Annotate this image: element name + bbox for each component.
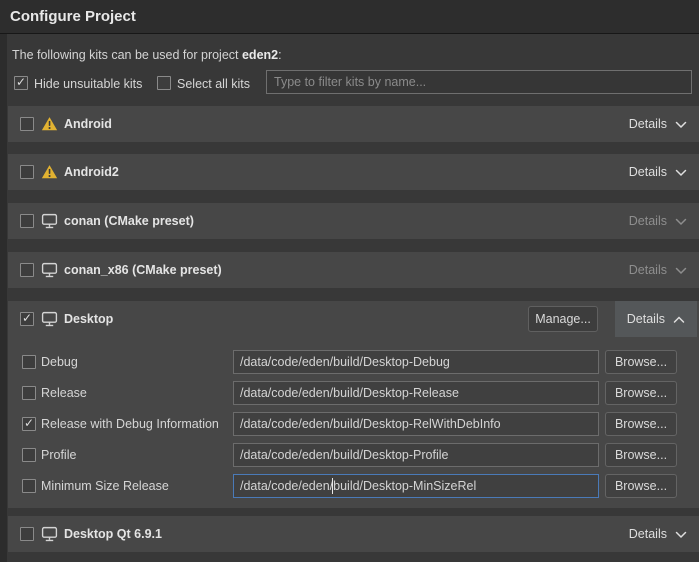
config-label: Minimum Size Release [41,479,169,493]
kit-row-conan-x86: conan_x86 (CMake preset) Details [8,252,699,288]
checkmark-icon [21,214,33,226]
warning-icon [41,164,58,180]
kit-checkbox[interactable]: ✓ [20,312,34,326]
config-label: Release with Debug Information [41,417,219,431]
desktop-icon [41,262,58,278]
kit-name: Android2 [64,165,119,179]
hide-unsuitable-label[interactable]: Hide unsuitable kits [34,77,142,91]
browse-button[interactable]: Browse... [605,474,677,498]
config-label: Debug [41,355,78,369]
kit-name: Android [64,117,112,131]
checkmark-icon [21,165,33,177]
project-name: eden2 [242,48,278,62]
hide-unsuitable-checkbox[interactable]: ✓ [14,76,28,90]
kit-row-conan: conan (CMake preset) Details [8,203,699,239]
manage-kits-button[interactable]: Manage... [528,306,598,332]
details-button: Details [609,252,699,288]
config-checkbox[interactable] [22,479,36,493]
chevron-up-icon [673,316,685,324]
chevron-down-icon [675,169,687,177]
build-config-row-release: Release Browse... [8,381,699,405]
config-checkbox[interactable] [22,355,36,369]
config-checkbox[interactable] [22,448,36,462]
build-path-input[interactable] [233,474,599,498]
config-label: Profile [41,448,76,462]
checkmark-icon [23,448,35,460]
kit-filter-input[interactable] [266,70,692,94]
config-checkbox[interactable] [22,386,36,400]
kit-row-desktop-qt: Desktop Qt 6.9.1 Details [8,516,699,552]
checkmark-icon [23,355,35,367]
chevron-down-icon [675,218,687,226]
desktop-icon [41,213,58,229]
chevron-down-icon [675,267,687,275]
kit-row-android: Android Details [8,106,699,142]
checkmark-icon: ✓ [15,76,27,88]
warning-icon [41,116,58,132]
checkmark-icon [21,263,33,275]
build-config-row-debug: Debug Browse... [8,350,699,374]
intro-prefix: The following kits can be used for proje… [12,48,242,62]
details-button[interactable]: Details [609,154,699,190]
browse-button[interactable]: Browse... [605,443,677,467]
browse-button[interactable]: Browse... [605,350,677,374]
text-caret [332,478,333,494]
desktop-icon [41,526,58,542]
details-button[interactable]: Details [609,516,699,552]
kit-row-android2: Android2 Details [8,154,699,190]
build-config-row-minsizerel: Minimum Size Release Browse... [8,474,699,498]
window-left-edge [0,0,7,562]
intro-text: The following kits can be used for proje… [12,48,282,62]
kit-checkbox[interactable] [20,117,34,131]
checkmark-icon [21,117,33,129]
build-config-row-relwithdebinfo: ✓ Release with Debug Information Browse.… [8,412,699,436]
select-all-checkbox[interactable] [157,76,171,90]
kit-name: conan (CMake preset) [64,214,194,228]
kit-checkbox[interactable] [20,214,34,228]
checkmark-icon [23,386,35,398]
kit-checkbox[interactable] [20,527,34,541]
build-path-input[interactable] [233,350,599,374]
details-button[interactable]: Details [609,106,699,142]
kit-name: Desktop [64,312,113,326]
checkmark-icon [158,76,170,88]
kit-checkbox[interactable] [20,165,34,179]
browse-button[interactable]: Browse... [605,412,677,436]
build-path-input[interactable] [233,412,599,436]
config-checkbox[interactable]: ✓ [22,417,36,431]
kit-row-desktop: ✓ Desktop Manage... Details Debug Browse… [8,301,699,508]
intro-suffix: : [278,48,281,62]
build-config-row-profile: Profile Browse... [8,443,699,467]
build-path-input[interactable] [233,443,599,467]
page-title: Configure Project [10,8,136,25]
config-label: Release [41,386,87,400]
build-path-input[interactable] [233,381,599,405]
chevron-down-icon [675,121,687,129]
kit-name: conan_x86 (CMake preset) [64,263,222,277]
desktop-icon [41,311,58,327]
checkmark-icon [21,527,33,539]
details-button: Details [609,203,699,239]
details-button[interactable]: Details [615,301,697,337]
checkmark-icon: ✓ [21,312,33,324]
browse-button[interactable]: Browse... [605,381,677,405]
select-all-label[interactable]: Select all kits [177,77,250,91]
kit-checkbox[interactable] [20,263,34,277]
kit-name: Desktop Qt 6.9.1 [64,527,162,541]
checkmark-icon [23,479,35,491]
checkmark-icon: ✓ [23,417,35,429]
chevron-down-icon [675,531,687,539]
